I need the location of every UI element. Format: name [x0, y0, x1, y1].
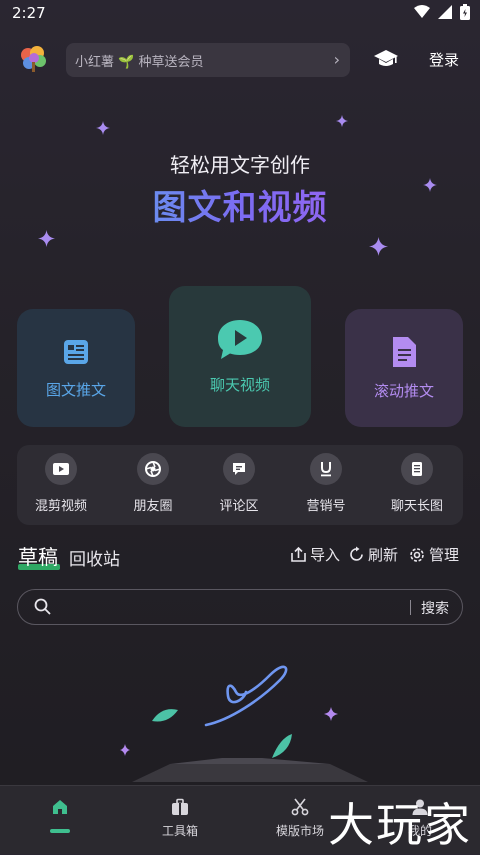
search-input[interactable] [64, 594, 398, 622]
toolbox-icon [172, 798, 188, 815]
gear-icon [410, 547, 424, 562]
scissors-icon [291, 798, 309, 816]
tool-label: 聊天长图 [390, 499, 443, 514]
manage-button[interactable]: 管理 [408, 544, 459, 565]
chevron-right-icon: › [333, 50, 340, 69]
comment-icon [223, 453, 255, 485]
tool-label: 朋友圈 [133, 499, 173, 514]
card-scroll-post[interactable]: 滚动推文 [345, 309, 463, 427]
tool-row: 混剪视频 朋友圈 评论区 营销号 聊天长图 [17, 445, 463, 525]
chat-video-icon [218, 320, 262, 359]
tool-label: 营销号 [306, 499, 346, 514]
refresh-icon [350, 546, 363, 561]
refresh-button[interactable]: 刷新 [348, 544, 398, 565]
nav-label: 工具箱 [161, 824, 198, 838]
app-logo-icon[interactable] [18, 44, 48, 74]
card-image-text-post[interactable]: 图文推文 [17, 309, 135, 427]
refresh-label: 刷新 [368, 546, 399, 564]
sparkle-icon [96, 121, 110, 135]
manage-label: 管理 [429, 546, 460, 564]
graduation-cap-icon[interactable] [374, 48, 398, 68]
promo-text: 小红薯 🌱 种草送会员 [75, 54, 204, 70]
search-icon [34, 598, 51, 615]
aperture-icon [137, 453, 169, 485]
import-icon [291, 546, 306, 562]
play-film-icon [45, 453, 77, 485]
card-label: 滚动推文 [373, 381, 434, 400]
wifi-icon [414, 5, 430, 18]
login-button[interactable]: 登录 [429, 49, 459, 70]
drafts-header: 草稿 回收站 导入 刷新 管理 [18, 541, 464, 575]
tool-mix-video[interactable]: 混剪视频 [26, 453, 96, 514]
tool-marketing[interactable]: 营销号 [291, 453, 361, 514]
card-label: 图文推文 [45, 380, 106, 399]
document-icon [393, 336, 416, 367]
hero-subtitle: 轻松用文字创作 [170, 153, 310, 177]
home-icon [53, 800, 67, 814]
tool-comments[interactable]: 评论区 [204, 453, 274, 514]
underline-u-icon [310, 453, 342, 485]
status-time: 2:27 [12, 4, 46, 22]
status-icons [414, 4, 470, 20]
tab-recycle-bin[interactable]: 回收站 [69, 545, 120, 570]
sparkle-icon [369, 237, 388, 256]
signal-icon [438, 5, 452, 19]
battery-icon [460, 4, 470, 20]
image-text-icon [64, 339, 88, 364]
search-divider [410, 600, 411, 615]
tab-drafts[interactable]: 草稿 [18, 541, 58, 570]
search-button[interactable]: 搜索 [421, 598, 449, 618]
empty-box-illustration [120, 665, 368, 782]
card-label: 聊天视频 [209, 376, 270, 394]
tool-label: 评论区 [219, 499, 259, 514]
sparkle-icon [336, 115, 348, 127]
promo-banner[interactable]: 小红薯 🌱 种草送会员 › [66, 43, 350, 77]
phone-list-icon [401, 453, 433, 485]
import-label: 导入 [310, 546, 341, 564]
card-chat-video[interactable]: 聊天视频 [169, 286, 311, 427]
sparkle-icon [38, 230, 55, 247]
tool-label: 混剪视频 [34, 499, 87, 514]
nav-home[interactable] [0, 786, 120, 854]
nav-toolbox[interactable]: 工具箱 [120, 786, 240, 854]
top-bar: 小红薯 🌱 种草送会员 › 登录 [0, 40, 480, 80]
hero-title: 图文和视频 [0, 180, 480, 229]
watermark-text: 大玩家 [328, 798, 472, 852]
status-bar: 2:27 [0, 0, 480, 28]
import-button[interactable]: 导入 [290, 544, 340, 565]
tool-moments[interactable]: 朋友圈 [118, 453, 188, 514]
search-bar: 搜索 [17, 589, 463, 625]
nav-active-indicator [50, 829, 70, 833]
tool-long-chat[interactable]: 聊天长图 [382, 453, 452, 514]
